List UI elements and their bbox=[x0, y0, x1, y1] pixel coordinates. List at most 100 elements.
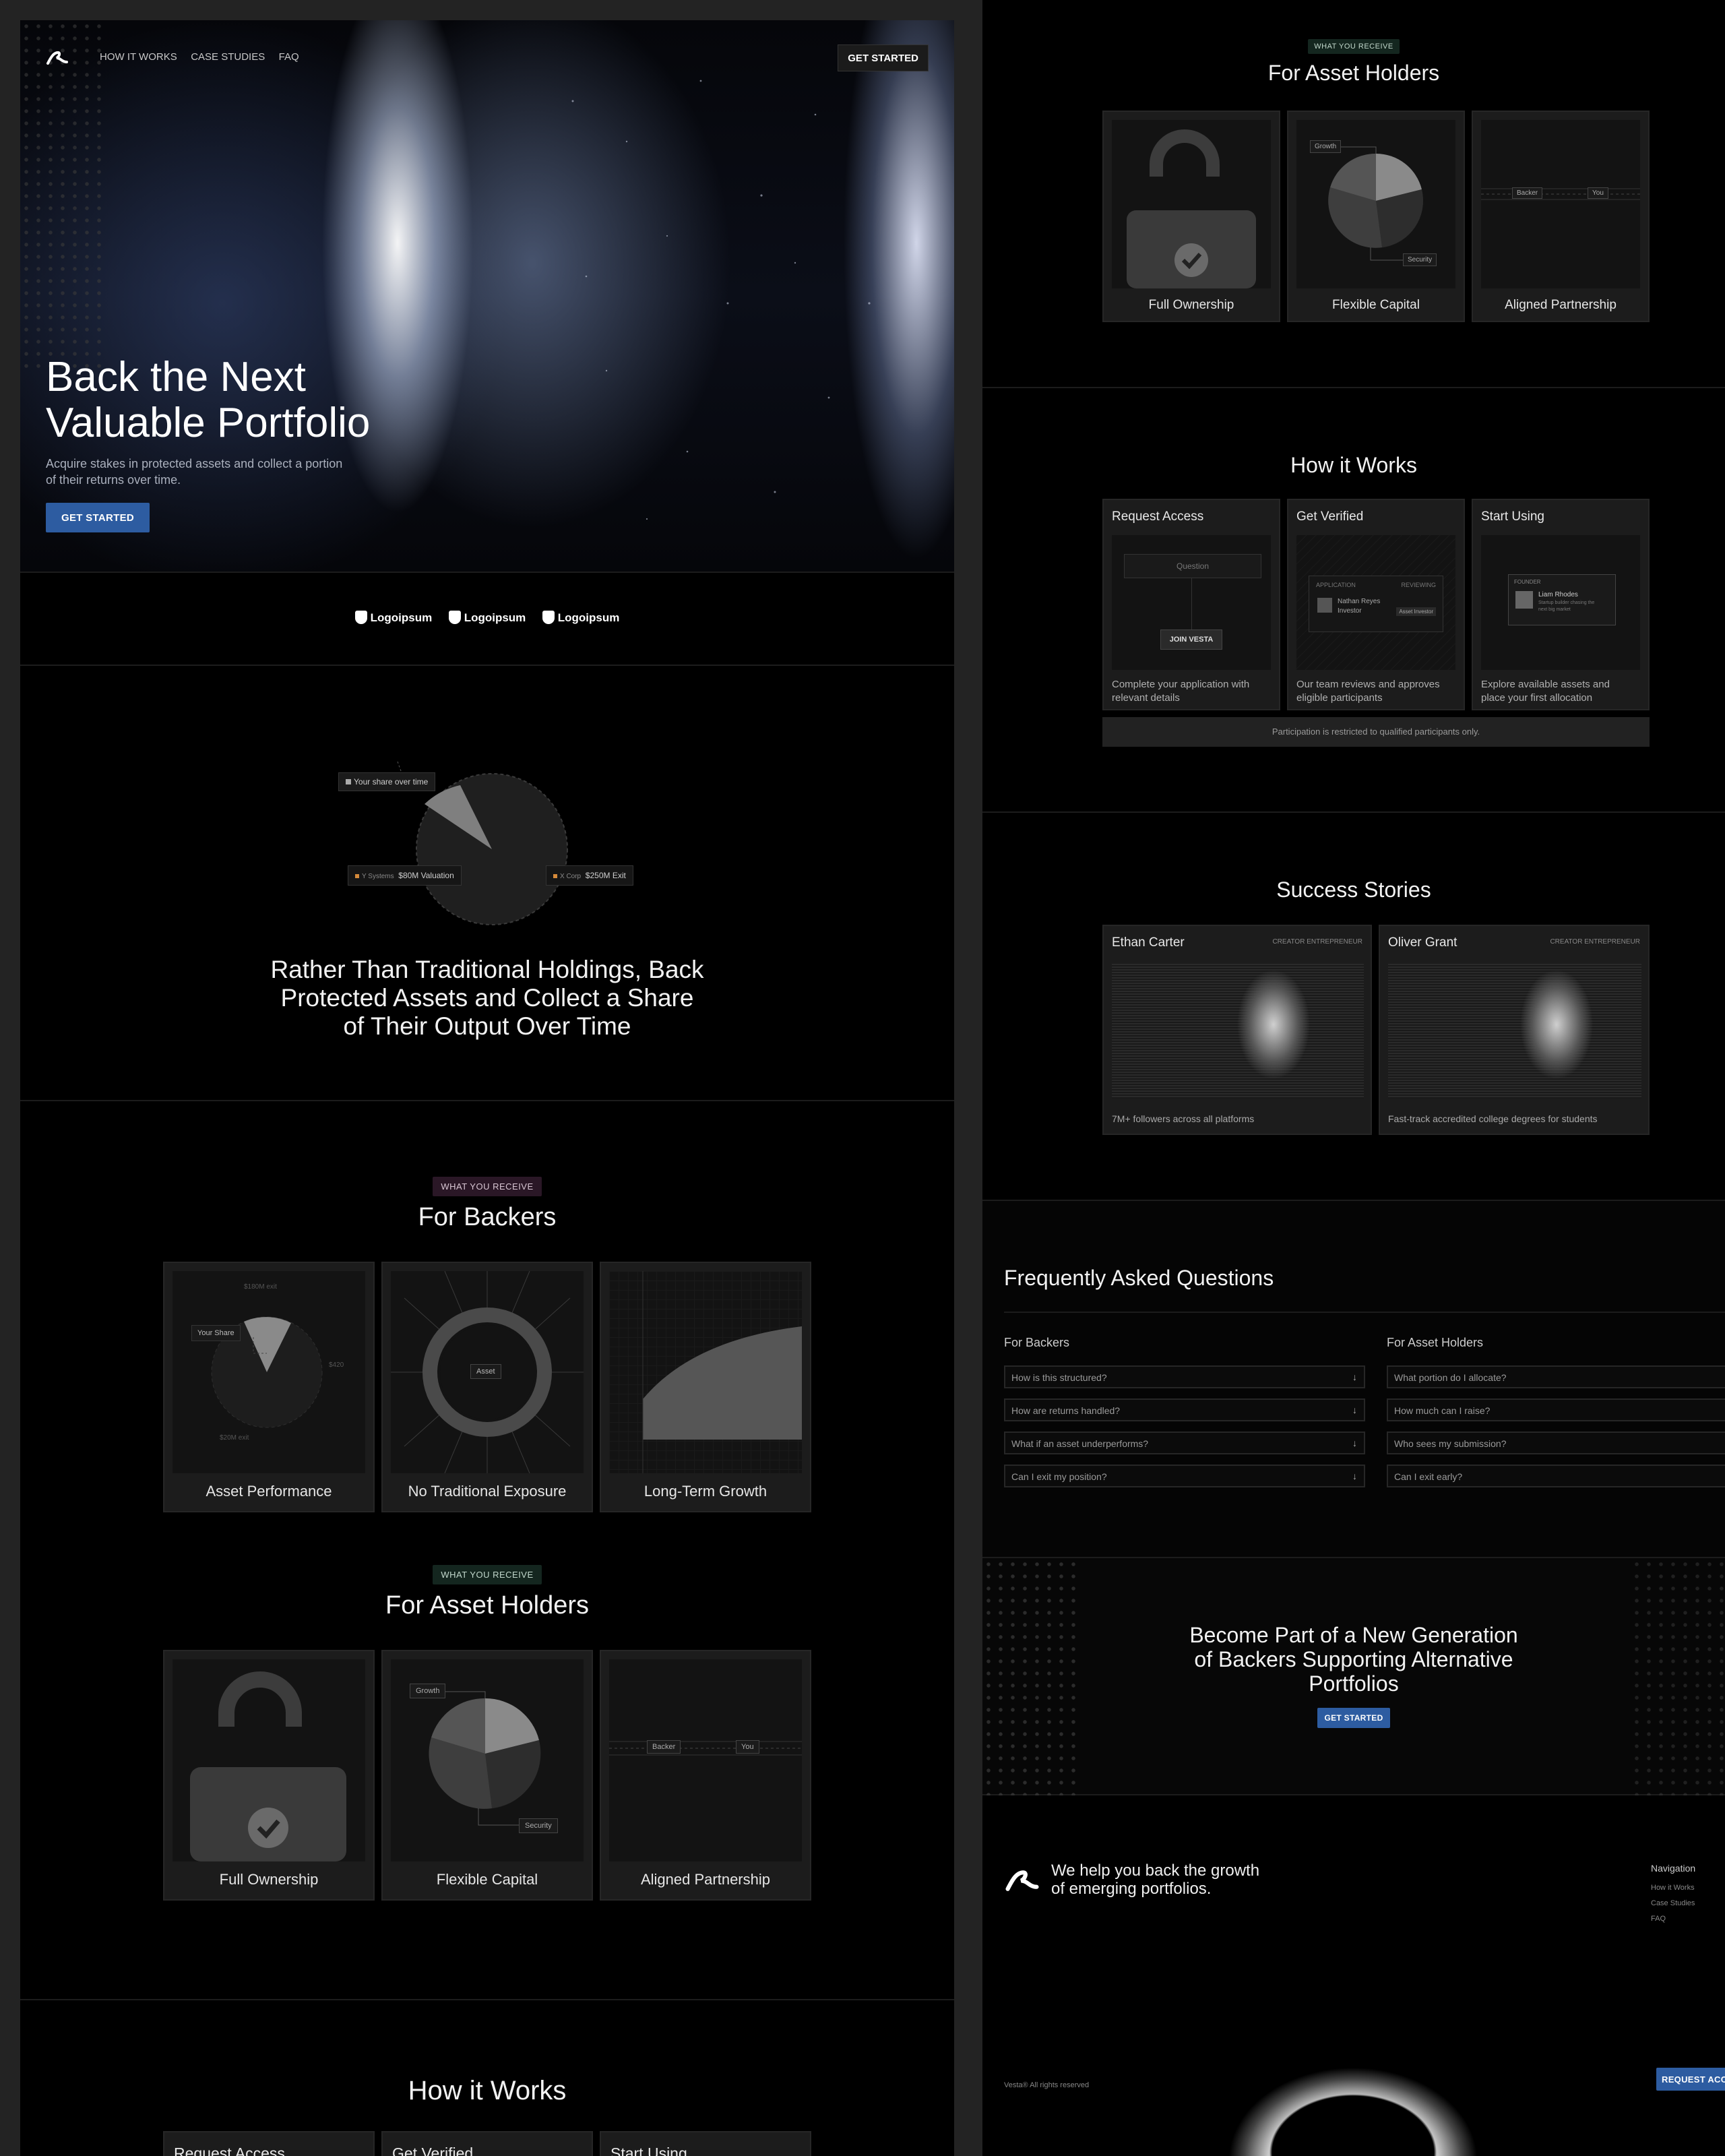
brand-logo-icon[interactable] bbox=[46, 47, 69, 67]
step-request-access-title: Request Access bbox=[1112, 510, 1204, 524]
story-card-oliver-grant[interactable]: Oliver Grant CREATOR ENTREPRENEUR Fast-t… bbox=[1379, 925, 1650, 1135]
question-card-text: Question bbox=[1176, 561, 1210, 571]
long-term-growth-visual bbox=[609, 1271, 802, 1473]
request-access-visual: Question JOIN VESTA bbox=[1112, 535, 1271, 670]
hero-subtitle-line-2: of their returns over time. bbox=[46, 473, 181, 487]
legend-square-icon bbox=[346, 779, 351, 784]
cta-get-started-button[interactable]: GET STARTED bbox=[1317, 1708, 1390, 1728]
story-desc: 7M+ followers across all platforms bbox=[1112, 1113, 1255, 1124]
step-start-using: Start Using FOUNDER Liam Rhodes Startup … bbox=[1472, 499, 1650, 710]
chip-growth-text: Growth bbox=[416, 1687, 440, 1695]
nav-get-started-button[interactable]: GET STARTED bbox=[838, 44, 929, 71]
card-full-ownership: Full Ownership bbox=[163, 1650, 375, 1901]
footer-request-access-button[interactable]: REQUEST ACC bbox=[1656, 2068, 1725, 2091]
faq-holders-item-2[interactable]: How much can I raise? bbox=[1387, 1398, 1725, 1421]
step-start-using-desc-l2: place your first allocation bbox=[1481, 692, 1593, 704]
step-start-using-desc: Explore available assets and place your f… bbox=[1481, 678, 1610, 705]
faq-holders-item-1[interactable]: What portion do I allocate? bbox=[1387, 1365, 1725, 1388]
aligned-partnership-visual: Backer You bbox=[609, 1659, 802, 1861]
landing-page-left: HOW IT WORKS CASE STUDIES FAQ GET STARTE… bbox=[20, 20, 954, 2156]
card-aligned-partnership: Backer You Aligned Partnership bbox=[600, 1650, 811, 1901]
nav-faq[interactable]: FAQ bbox=[279, 51, 299, 63]
holders-tag-right: WHAT YOU RECEIVE bbox=[1308, 39, 1400, 54]
flexible-capital-visual: Growth Security bbox=[391, 1659, 584, 1861]
footer-logo-icon bbox=[1004, 1864, 1040, 1895]
founder-desc-2: next big market bbox=[1538, 607, 1571, 612]
chip-y-systems-name: Y Systems bbox=[362, 873, 394, 880]
applicant-role: Investor bbox=[1338, 607, 1362, 615]
get-verified-visual: APPLICATION REVIEWING Nathan Reyes Inves… bbox=[1296, 535, 1455, 670]
card-no-traditional-exposure: Asset No Traditional Exposure bbox=[381, 1262, 593, 1512]
faq-holders-item-3[interactable]: Who sees my submission? bbox=[1387, 1431, 1725, 1454]
asset-node: Asset bbox=[470, 1364, 501, 1379]
arrow-down-icon: ↓ bbox=[1352, 1405, 1357, 1415]
step-start-using-left-title: Start Using bbox=[610, 2145, 687, 2156]
faq-backers-item-2[interactable]: How are returns handled? ↓ bbox=[1004, 1398, 1365, 1421]
aligned-partnership-visual-right: Backer You bbox=[1481, 120, 1640, 288]
partner-logo-3-text: Logoipsum bbox=[557, 611, 620, 624]
flexible-capital-visual-right: Growth Security bbox=[1296, 120, 1455, 288]
nav-case-studies[interactable]: CASE STUDIES bbox=[191, 51, 265, 63]
application-card: APPLICATION REVIEWING Nathan Reyes Inves… bbox=[1309, 576, 1443, 632]
chip-security-right: Security bbox=[1403, 253, 1437, 266]
growth-area-chart bbox=[642, 1271, 802, 1473]
partner-logo-1: Logoipsum bbox=[354, 611, 433, 625]
nav-how-it-works[interactable]: HOW IT WORKS bbox=[100, 51, 177, 63]
hero-subtitle-line-1: Acquire stakes in protected assets and c… bbox=[46, 457, 343, 470]
step-start-using-title: Start Using bbox=[1481, 510, 1544, 524]
hero-particles bbox=[571, 80, 871, 520]
partner-logo-1-text: Logoipsum bbox=[370, 611, 433, 624]
card-asset-performance-label: Asset Performance bbox=[206, 1483, 332, 1500]
hero-get-started-button[interactable]: GET STARTED bbox=[46, 503, 150, 532]
avatar bbox=[1317, 598, 1332, 613]
founder-card: FOUNDER Liam Rhodes Startup builder chas… bbox=[1508, 574, 1616, 625]
chip-your-share-text: Your share over time bbox=[354, 777, 429, 787]
unlocked-padlock-icon bbox=[1127, 129, 1256, 288]
step-request-access: Request Access Question JOIN VESTA Compl… bbox=[1102, 499, 1280, 710]
footer-link-how-it-works[interactable]: How it Works bbox=[1651, 1880, 1695, 1896]
chip-you-text: You bbox=[741, 1743, 754, 1751]
chip-security-text: Security bbox=[525, 1822, 552, 1830]
footer-tagline-line-2: of emerging portfolios. bbox=[1051, 1880, 1212, 1898]
story-desc: Fast-track accredited college degrees fo… bbox=[1388, 1113, 1598, 1124]
story-card-ethan-carter[interactable]: Ethan Carter CREATOR ENTREPRENEUR 7M+ fo… bbox=[1102, 925, 1372, 1135]
share-headline: Rather Than Traditional Holdings, Back P… bbox=[20, 956, 954, 1041]
orange-dot-icon bbox=[355, 874, 359, 878]
faq-section: Frequently Asked Questions For Backers F… bbox=[982, 1201, 1725, 1558]
card-full-ownership-right-label: Full Ownership bbox=[1148, 298, 1234, 312]
portrait-image bbox=[1112, 964, 1364, 1099]
cta-button-wrap: GET STARTED bbox=[982, 1708, 1725, 1728]
join-vesta-button[interactable]: JOIN VESTA bbox=[1160, 629, 1222, 650]
chip-top-exit: $180M exit bbox=[244, 1283, 277, 1291]
faq-backers-item-1[interactable]: How is this structured? ↓ bbox=[1004, 1365, 1365, 1388]
step-start-using-desc-l1: Explore available assets and bbox=[1481, 679, 1610, 690]
faq-backers-item-3[interactable]: What if an asset underperforms? ↓ bbox=[1004, 1431, 1365, 1454]
story-name: Ethan Carter bbox=[1112, 935, 1185, 950]
holders-title-right: For Asset Holders bbox=[1267, 61, 1440, 85]
hero-subtitle: Acquire stakes in protected assets and c… bbox=[46, 456, 342, 488]
faq-holders-item-4[interactable]: Can I exit early? bbox=[1387, 1465, 1725, 1487]
faq-question: How is this structured? bbox=[1011, 1372, 1107, 1383]
card-flexible-capital-right: Growth Security Flexible Capital bbox=[1287, 111, 1465, 322]
card-full-ownership-label: Full Ownership bbox=[219, 1871, 319, 1888]
avatar bbox=[1515, 591, 1533, 609]
backers-tag: WHAT YOU RECEIVE bbox=[433, 1177, 542, 1196]
faq-backers-item-4[interactable]: Can I exit my position? ↓ bbox=[1004, 1465, 1365, 1487]
no-traditional-exposure-visual: Asset bbox=[391, 1270, 584, 1474]
founder-desc-1: Startup builder chasing the bbox=[1538, 600, 1595, 605]
footer-tagline: We help you back the growth of emerging … bbox=[1051, 1861, 1259, 1898]
chip-security: Security bbox=[519, 1818, 558, 1833]
chip-growth: Growth bbox=[410, 1684, 446, 1698]
card-no-traditional-exposure-label: No Traditional Exposure bbox=[408, 1483, 567, 1500]
faq-question: What portion do I allocate? bbox=[1394, 1372, 1507, 1383]
founder-label: FOUNDER bbox=[1514, 579, 1541, 585]
partner-logo-2: Logoipsum bbox=[448, 611, 526, 625]
footer-tagline-line-1: We help you back the growth bbox=[1051, 1861, 1260, 1880]
step-request-access-left: Request Access bbox=[163, 2131, 375, 2156]
faq-title: Frequently Asked Questions bbox=[1004, 1266, 1274, 1290]
chip-you: You bbox=[736, 1740, 759, 1754]
how-section-left: How it Works Request Access Get Verified… bbox=[20, 2000, 954, 2156]
share-headline-line-1: Rather Than Traditional Holdings, Back bbox=[270, 956, 704, 983]
footer-link-faq[interactable]: FAQ bbox=[1651, 1911, 1695, 1927]
footer-link-case-studies[interactable]: Case Studies bbox=[1651, 1896, 1695, 1911]
